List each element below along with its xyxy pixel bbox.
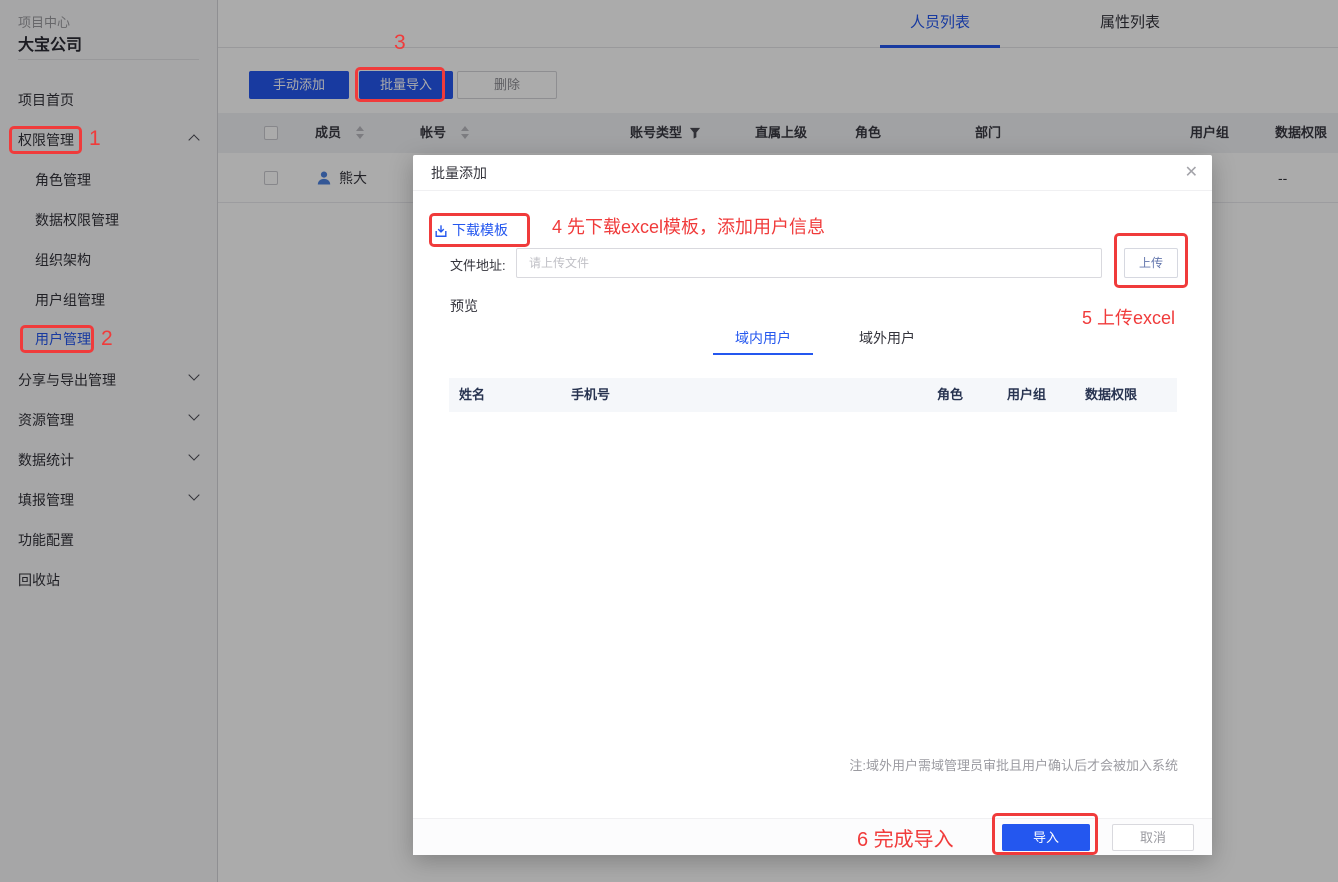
file-path-input[interactable] [516, 248, 1102, 278]
close-icon[interactable]: ✕ [1185, 163, 1198, 183]
modal-title: 批量添加 [431, 155, 487, 191]
page: 项目中心 大宝公司 项目首页 权限管理 角色管理 数据权限管理 组织架构 用户组… [0, 0, 1338, 882]
preview-column-name: 姓名 [459, 378, 485, 412]
cancel-button[interactable]: 取消 [1112, 824, 1194, 851]
preview-table-header: 姓名 手机号 角色 用户组 数据权限 [449, 378, 1177, 412]
modal-footer: 导入 取消 [413, 818, 1212, 855]
tab-internal-users[interactable]: 域内用户 [713, 325, 813, 355]
preview-column-role: 角色 [937, 378, 963, 412]
external-user-note: 注:域外用户需域管理员审批且用户确认后才会被加入系统 [849, 755, 1178, 774]
download-icon [434, 224, 448, 238]
preview-column-usergroup: 用户组 [1007, 378, 1046, 412]
download-template-label: 下载模板 [452, 222, 508, 238]
batch-add-modal: 批量添加 ✕ 下载模板 文件地址: 上传 预览 域内用户 域外用户 姓名 手机号… [413, 155, 1212, 855]
preview-column-data-permission: 数据权限 [1085, 378, 1137, 412]
preview-column-phone: 手机号 [571, 378, 610, 412]
tab-external-users[interactable]: 域外用户 [837, 325, 937, 355]
upload-button[interactable]: 上传 [1124, 248, 1178, 278]
file-address-label: 文件地址: [450, 255, 506, 274]
preview-label: 预览 [450, 296, 478, 316]
modal-header: 批量添加 ✕ [413, 155, 1212, 191]
download-template-button[interactable]: 下载模板 [434, 217, 508, 243]
import-button[interactable]: 导入 [1002, 824, 1090, 851]
